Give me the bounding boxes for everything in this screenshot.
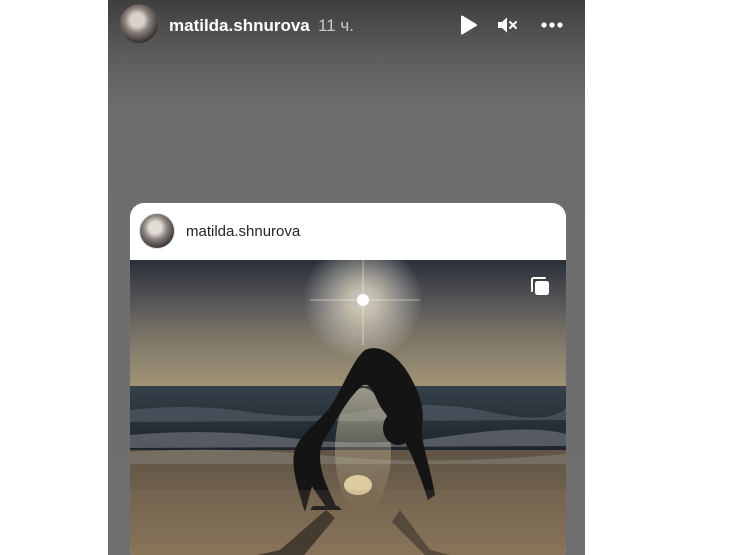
more-options-icon[interactable] [540,14,564,36]
beach-sunset-photo [130,260,566,555]
story-username[interactable]: matilda.shnurova [169,16,310,36]
story-header: matilda.shnurova 11 ч. [108,0,585,50]
play-icon[interactable] [457,14,479,36]
post-author-avatar[interactable] [139,213,175,249]
post-author-username[interactable]: matilda.shnurova [186,223,300,240]
multiple-photos-icon [531,277,549,295]
muted-speaker-icon[interactable] [496,14,518,36]
shared-post-card[interactable]: matilda.shnurova [130,203,566,555]
story-timestamp: 11 ч. [318,16,354,35]
post-photo[interactable] [130,260,566,555]
story-viewer: matilda.shnurova 11 ч. matilda.shnurova [108,0,585,555]
avatar[interactable] [119,4,159,44]
